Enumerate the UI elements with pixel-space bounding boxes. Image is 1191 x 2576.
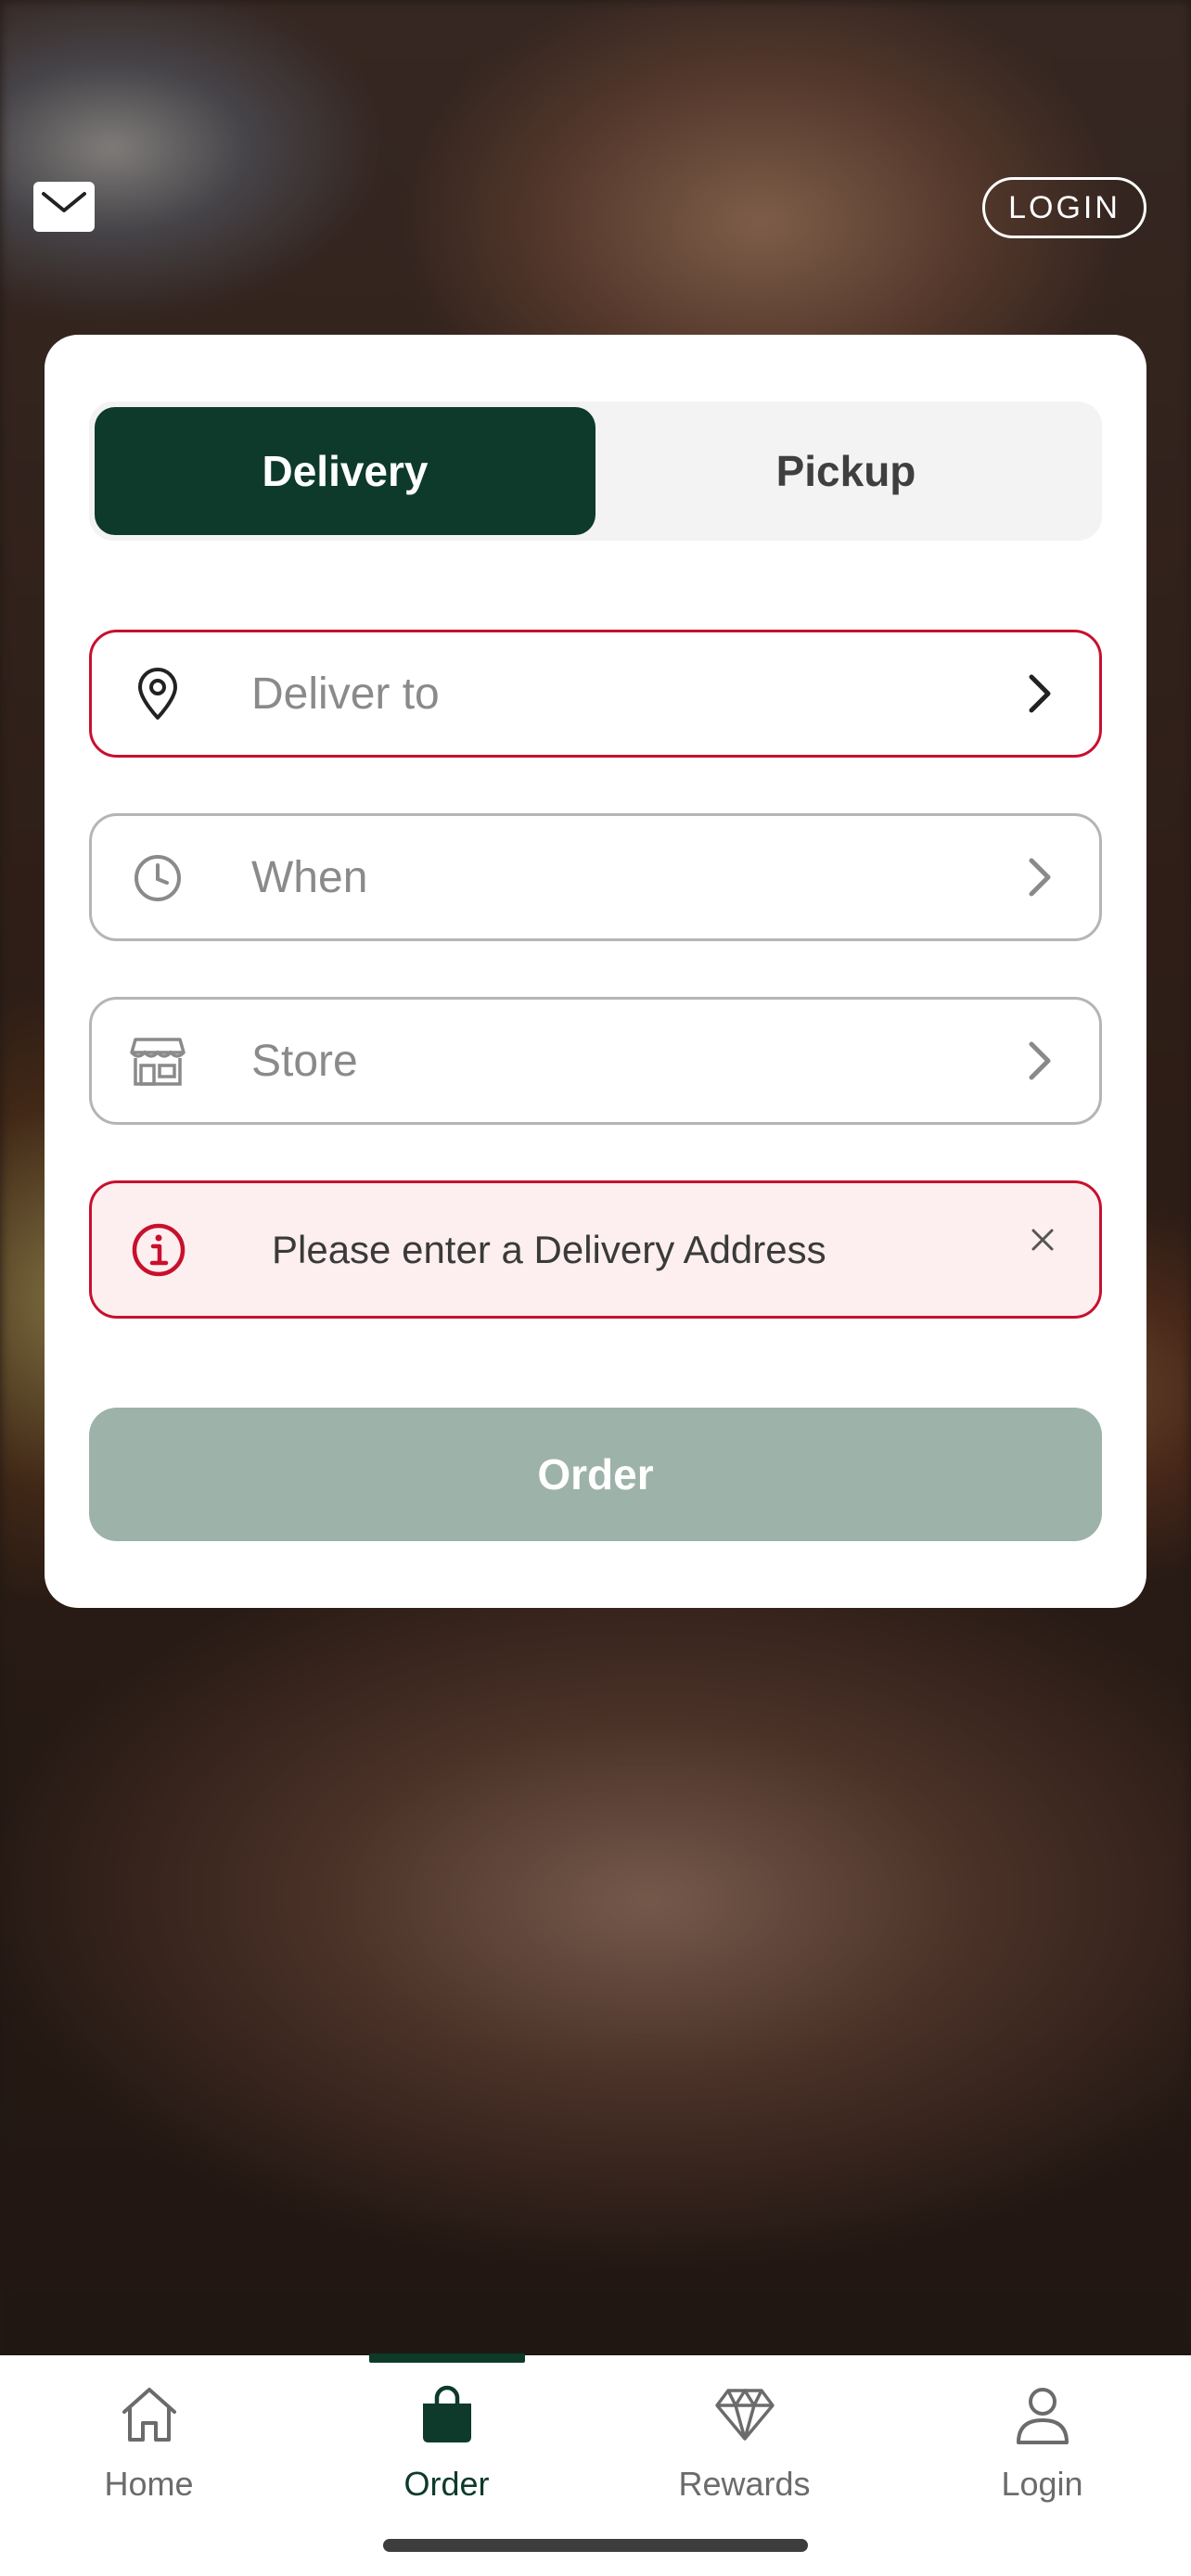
info-icon <box>131 1222 186 1278</box>
close-icon[interactable] <box>1027 1224 1058 1256</box>
header-login-button[interactable]: LOGIN <box>982 177 1146 238</box>
tab-rewards[interactable]: Rewards <box>596 2355 893 2541</box>
order-button[interactable]: Order <box>89 1408 1102 1541</box>
diamond-icon <box>711 2381 778 2448</box>
tab-login[interactable]: Login <box>893 2355 1191 2541</box>
when-placeholder: When <box>251 852 368 902</box>
user-icon <box>1009 2381 1076 2448</box>
store-placeholder: Store <box>251 1036 358 1086</box>
tab-order-label: Order <box>403 2465 490 2503</box>
order-card: Delivery Pickup Deliver to When Store Pl… <box>45 335 1146 1608</box>
tab-delivery[interactable]: Delivery <box>95 407 596 535</box>
chevron-right-icon <box>1018 671 1062 716</box>
when-field[interactable]: When <box>89 813 1102 941</box>
storefront-icon <box>127 1031 188 1092</box>
tab-home-label: Home <box>104 2465 194 2503</box>
delivery-address-error-alert: Please enter a Delivery Address <box>89 1180 1102 1319</box>
active-tab-indicator <box>369 2353 525 2363</box>
tab-rewards-label: Rewards <box>678 2465 811 2503</box>
envelope-icon <box>42 192 86 212</box>
location-pin-icon <box>127 664 188 725</box>
tab-login-label: Login <box>1001 2465 1083 2503</box>
shopping-bag-icon <box>414 2381 480 2448</box>
chevron-right-icon <box>1018 855 1062 899</box>
home-icon <box>116 2381 183 2448</box>
deliver-to-field[interactable]: Deliver to <box>89 630 1102 758</box>
tab-order[interactable]: Order <box>298 2355 596 2541</box>
order-screen: LOGIN Delivery Pickup Deliver to When St… <box>0 0 1191 2576</box>
alert-message: Please enter a Delivery Address <box>272 1227 826 1271</box>
store-field[interactable]: Store <box>89 997 1102 1125</box>
home-indicator[interactable] <box>383 2539 808 2552</box>
tab-home[interactable]: Home <box>0 2355 298 2541</box>
chevron-right-icon <box>1018 1039 1062 1083</box>
tab-pickup[interactable]: Pickup <box>596 407 1096 535</box>
deliver-to-placeholder: Deliver to <box>251 669 440 719</box>
order-mode-toggle: Delivery Pickup <box>89 402 1102 541</box>
messages-button[interactable] <box>33 182 95 232</box>
clock-icon <box>127 848 188 909</box>
